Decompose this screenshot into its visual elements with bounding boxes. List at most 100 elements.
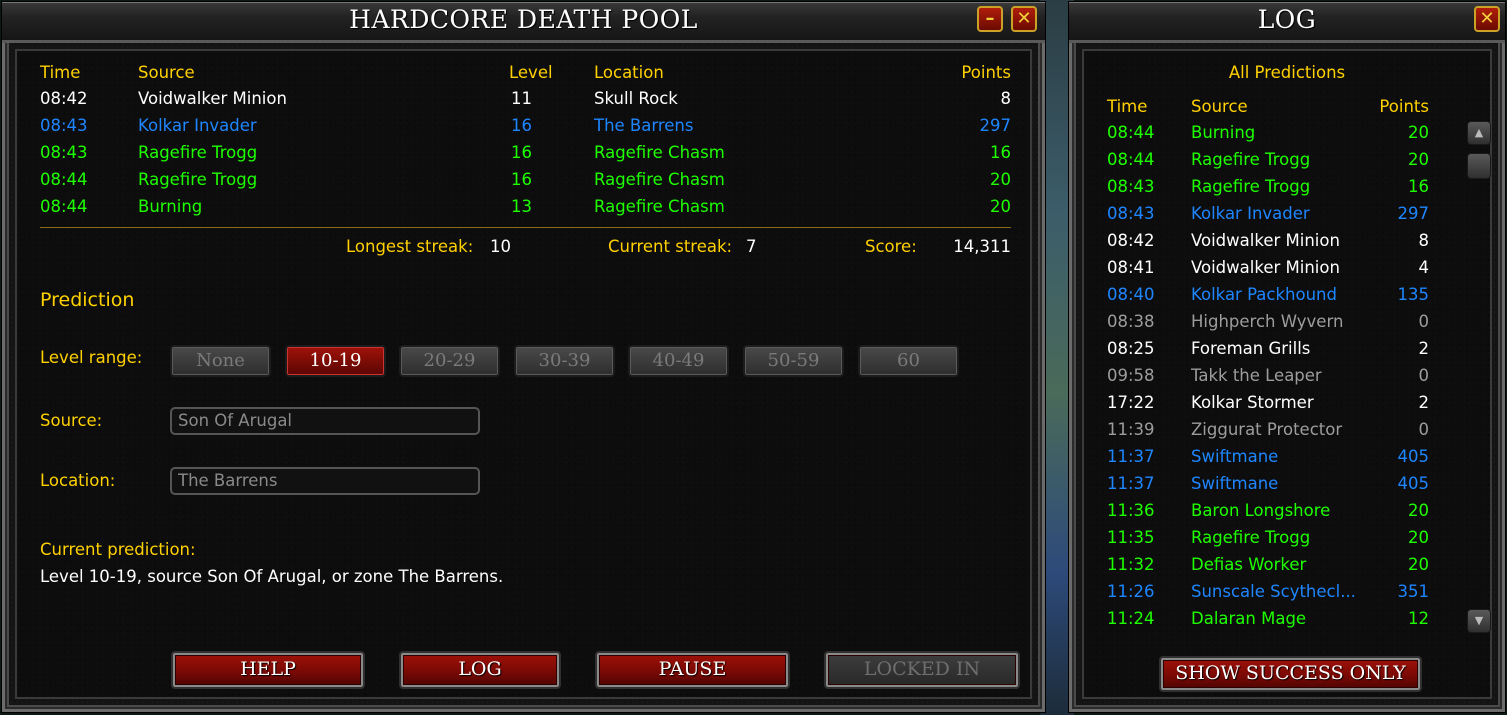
log-row-points: 20 bbox=[1408, 501, 1429, 520]
log-button[interactable]: LOG bbox=[399, 651, 561, 689]
range-button-30-39[interactable]: 30-39 bbox=[514, 345, 615, 377]
pause-button[interactable]: PAUSE bbox=[595, 651, 790, 689]
log-col-header-time: Time bbox=[1107, 97, 1148, 116]
range-button-none[interactable]: None bbox=[170, 345, 271, 377]
scroll-down-button[interactable]: ▼ bbox=[1467, 609, 1491, 633]
log-row-points: 20 bbox=[1408, 528, 1429, 547]
log-row-time: 09:58 bbox=[1107, 366, 1155, 385]
location-input[interactable]: The Barrens bbox=[170, 467, 480, 495]
close-log-button[interactable]: ✕ bbox=[1474, 6, 1500, 32]
minimize-button[interactable]: – bbox=[977, 6, 1003, 32]
death-row-points: 20 bbox=[990, 197, 1011, 216]
death-row-time: 08:44 bbox=[40, 197, 88, 216]
log-row-source: Dalaran Mage bbox=[1191, 609, 1307, 628]
log-row-time: 11:32 bbox=[1107, 555, 1155, 574]
log-row-source: Ragefire Trogg bbox=[1191, 150, 1311, 169]
table-divider bbox=[40, 227, 1011, 228]
death-row-time: 08:43 bbox=[40, 116, 88, 135]
current-streak-value: 7 bbox=[746, 237, 757, 256]
death-row-location: Ragefire Chasm bbox=[594, 143, 725, 162]
death-row-source: Ragefire Trogg bbox=[138, 170, 258, 189]
death-row-source: Kolkar Invader bbox=[138, 116, 257, 135]
log-row-time: 08:43 bbox=[1107, 177, 1155, 196]
death-row-source: Ragefire Trogg bbox=[138, 143, 258, 162]
range-button-60[interactable]: 60 bbox=[858, 345, 959, 377]
range-button-10-19[interactable]: 10-19 bbox=[285, 345, 386, 377]
close-icon: ✕ bbox=[1016, 8, 1032, 29]
death-row-time: 08:42 bbox=[40, 89, 88, 108]
show-success-only-button[interactable]: SHOW SUCCESS ONLY bbox=[1159, 656, 1422, 692]
log-row-points: 405 bbox=[1397, 447, 1430, 466]
log-row-points: 135 bbox=[1397, 285, 1430, 304]
log-row-time: 11:26 bbox=[1107, 582, 1155, 601]
log-row-source: Kolkar Packhound bbox=[1191, 285, 1337, 304]
scroll-up-button[interactable]: ▲ bbox=[1467, 121, 1491, 145]
main-titlebar[interactable]: HARDCORE DEATH POOL – ✕ bbox=[2, 2, 1045, 43]
longest-streak-value: 10 bbox=[490, 237, 511, 256]
log-row-points: 4 bbox=[1418, 258, 1430, 277]
col-header-location: Location bbox=[594, 63, 664, 82]
log-row-time: 08:40 bbox=[1107, 285, 1155, 304]
col-header-time: Time bbox=[40, 63, 81, 82]
log-row-source: Takk the Leaper bbox=[1191, 366, 1322, 385]
range-button-50-59[interactable]: 50-59 bbox=[743, 345, 844, 377]
death-row-level: 13 bbox=[511, 197, 532, 216]
log-row-source: Kolkar Stormer bbox=[1191, 393, 1314, 412]
log-row-time: 08:44 bbox=[1107, 150, 1155, 169]
death-row-location: Ragefire Chasm bbox=[594, 170, 725, 189]
death-row-location: The Barrens bbox=[594, 116, 694, 135]
range-button-20-29[interactable]: 20-29 bbox=[399, 345, 500, 377]
log-row-source: Ragefire Trogg bbox=[1191, 177, 1311, 196]
log-row-points: 20 bbox=[1408, 555, 1429, 574]
log-row-time: 08:41 bbox=[1107, 258, 1155, 277]
log-row-source: Kolkar Invader bbox=[1191, 204, 1310, 223]
log-row-points: 297 bbox=[1397, 204, 1430, 223]
source-label: Source: bbox=[40, 411, 103, 430]
source-input[interactable]: Son Of Arugal bbox=[170, 407, 480, 435]
log-row-points: 12 bbox=[1408, 609, 1429, 628]
log-row-source: Ragefire Trogg bbox=[1191, 528, 1311, 547]
range-button-40-49[interactable]: 40-49 bbox=[628, 345, 729, 377]
log-row-source: Foreman Grills bbox=[1191, 339, 1311, 358]
log-row-points: 351 bbox=[1397, 582, 1430, 601]
death-pool-window: HARDCORE DEATH POOL – ✕ Time Source Leve… bbox=[2, 2, 1045, 712]
help-button[interactable]: HELP bbox=[171, 651, 365, 689]
death-row-location: Ragefire Chasm bbox=[594, 197, 725, 216]
close-main-button[interactable]: ✕ bbox=[1011, 6, 1037, 32]
log-row-points: 0 bbox=[1418, 312, 1430, 331]
log-row-time: 11:37 bbox=[1107, 474, 1155, 493]
log-row-source: Voidwalker Minion bbox=[1191, 231, 1340, 250]
level-range-label: Level range: bbox=[40, 348, 143, 367]
death-row-level: 16 bbox=[511, 116, 532, 135]
log-row-time: 11:37 bbox=[1107, 447, 1155, 466]
scroll-up-icon: ▲ bbox=[1474, 126, 1484, 139]
log-titlebar[interactable]: LOG ✕ bbox=[1069, 2, 1505, 43]
log-row-time: 11:35 bbox=[1107, 528, 1155, 547]
log-row-source: Burning bbox=[1191, 123, 1256, 142]
log-filter-heading: All Predictions bbox=[1228, 63, 1346, 82]
log-row-time: 08:38 bbox=[1107, 312, 1155, 331]
current-prediction-label: Current prediction: bbox=[40, 540, 196, 559]
log-row-source: Voidwalker Minion bbox=[1191, 258, 1340, 277]
death-row-source: Burning bbox=[138, 197, 203, 216]
log-row-time: 08:25 bbox=[1107, 339, 1155, 358]
log-col-header-source: Source bbox=[1191, 97, 1248, 116]
location-label: Location: bbox=[40, 471, 116, 490]
log-row-time: 11:39 bbox=[1107, 420, 1155, 439]
log-row-time: 11:36 bbox=[1107, 501, 1155, 520]
scroll-thumb[interactable] bbox=[1467, 153, 1491, 179]
log-row-source: Defias Worker bbox=[1191, 555, 1307, 574]
death-row-time: 08:44 bbox=[40, 170, 88, 189]
col-header-source: Source bbox=[138, 63, 195, 82]
log-row-points: 2 bbox=[1418, 339, 1430, 358]
log-window: LOG ✕ All Predictions Time Source Points… bbox=[1069, 2, 1505, 712]
log-row-time: 08:44 bbox=[1107, 123, 1155, 142]
scroll-down-icon: ▼ bbox=[1474, 614, 1484, 627]
death-row-points: 297 bbox=[979, 116, 1012, 135]
log-row-points: 0 bbox=[1418, 420, 1430, 439]
death-row-level: 11 bbox=[511, 89, 532, 108]
death-row-level: 16 bbox=[511, 170, 532, 189]
death-row-time: 08:43 bbox=[40, 143, 88, 162]
log-row-points: 405 bbox=[1397, 474, 1430, 493]
log-row-source: Swiftmane bbox=[1191, 447, 1279, 466]
